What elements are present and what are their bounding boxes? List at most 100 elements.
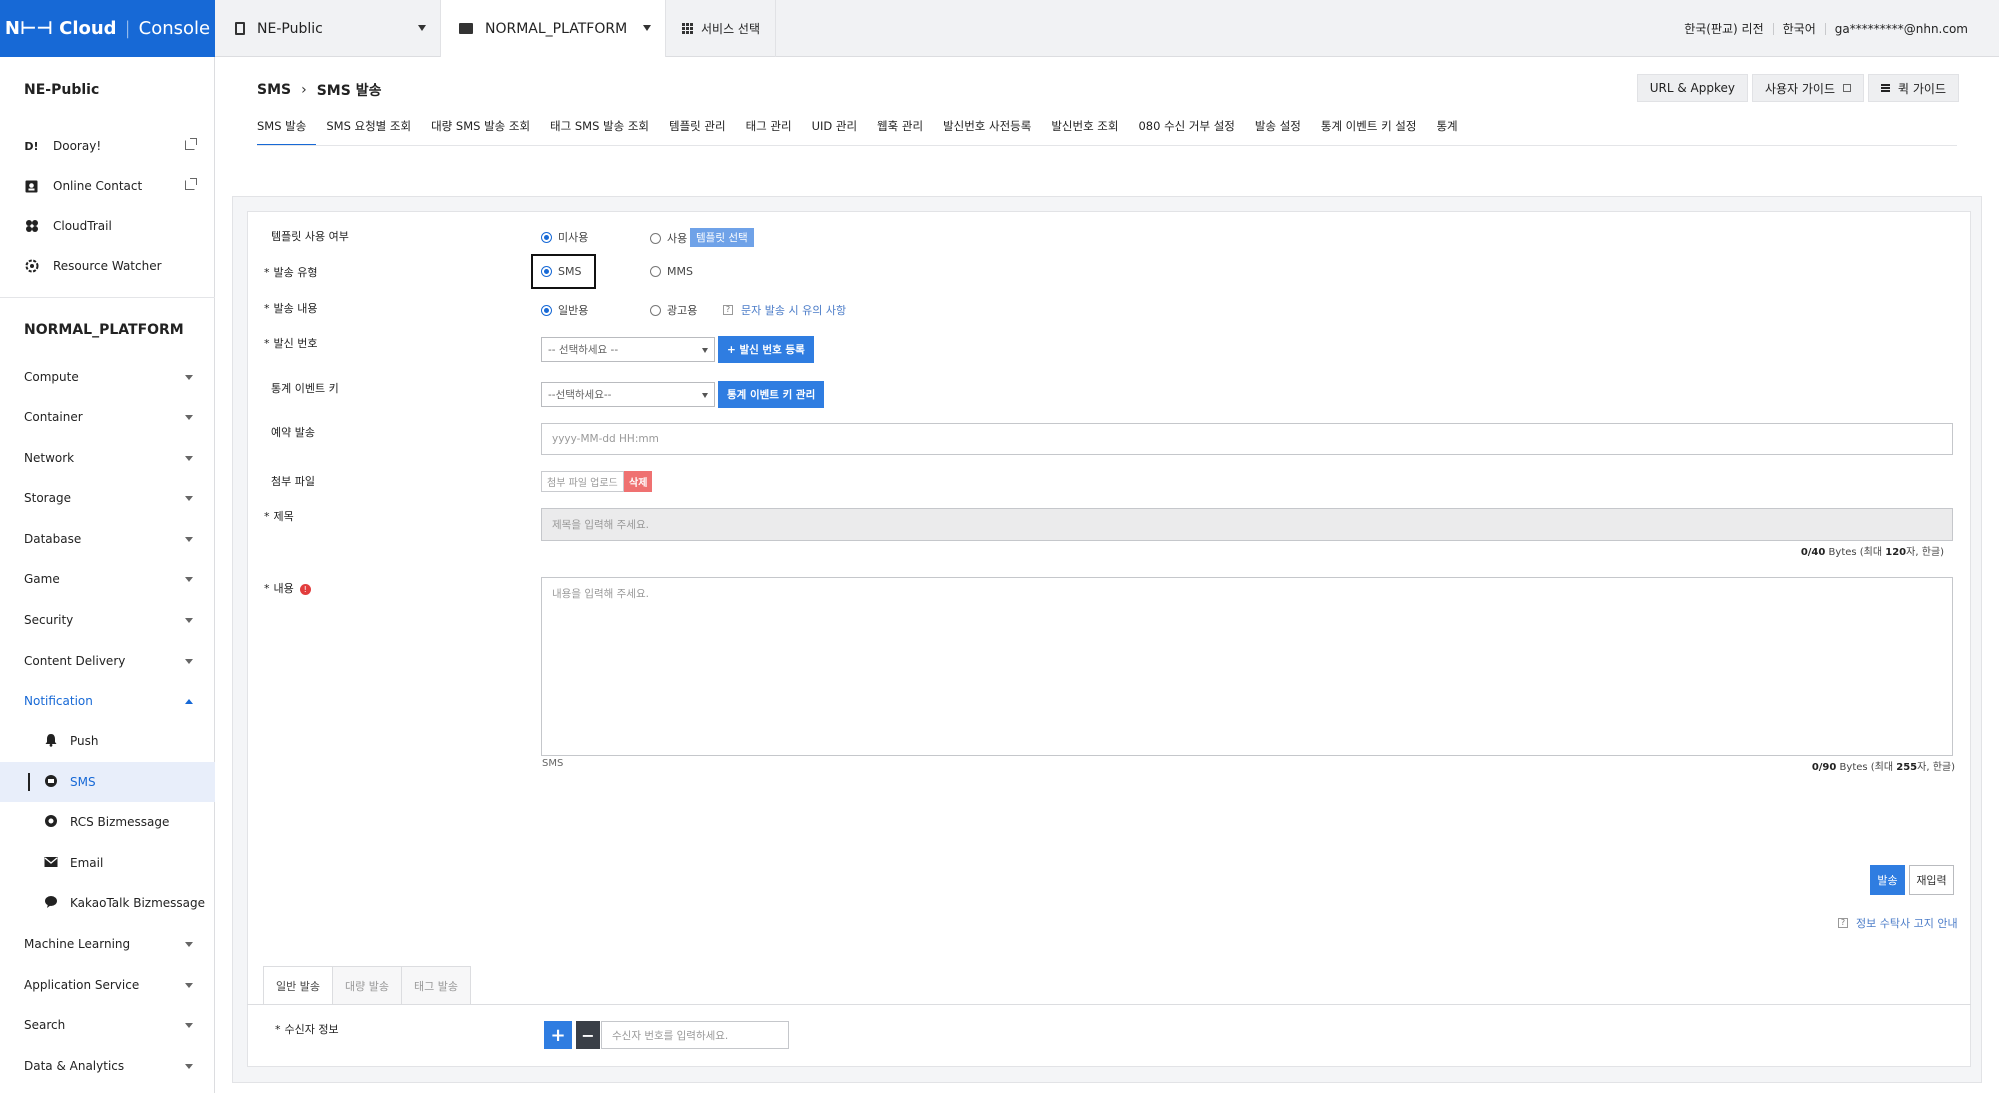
- top-bar: N⊢⊣ Cloud | Console NE-Public NORMAL_PLA…: [0, 0, 1999, 57]
- tab-stat-key-settings[interactable]: 통계 이벤트 키 설정: [1311, 116, 1427, 146]
- add-recipient-button[interactable]: +: [544, 1021, 572, 1049]
- tab-send-settings[interactable]: 발송 설정: [1245, 116, 1311, 146]
- send-type-mms-radio[interactable]: MMS: [650, 265, 693, 278]
- sender-register-button[interactable]: + 발신 번호 등록: [718, 336, 814, 363]
- attachment-upload-button[interactable]: 첨부 파일 업로드: [541, 471, 624, 492]
- quick-guide-button[interactable]: 퀵 가이드: [1868, 74, 1959, 102]
- external-link-icon: [185, 138, 197, 150]
- subtab-divider: [247, 1004, 1971, 1005]
- tab-sms-request-search[interactable]: SMS 요청별 조회: [316, 116, 421, 146]
- body-textarea[interactable]: 내용을 입력해 주세요.: [541, 577, 1953, 756]
- send-type-sms-radio[interactable]: SMS: [541, 265, 581, 278]
- tab-template-manage[interactable]: 템플릿 관리: [659, 116, 736, 146]
- chevron-down-icon: [185, 537, 193, 542]
- service-select-button[interactable]: 서비스 선택: [666, 0, 776, 57]
- sidebar-category-game[interactable]: Game: [0, 564, 215, 594]
- url-appkey-button[interactable]: URL & Appkey: [1636, 74, 1748, 102]
- sidebar-category-security[interactable]: Security: [0, 605, 215, 635]
- stat-event-key-manage-button[interactable]: 통계 이벤트 키 관리: [718, 381, 825, 408]
- reserve-datetime-input[interactable]: yyyy-MM-dd HH:mm: [541, 423, 1953, 455]
- send-type-label: * 발송 유형: [264, 266, 318, 279]
- sidebar-link-online-contact[interactable]: Online Contact: [0, 174, 215, 198]
- body-message-type: SMS: [542, 758, 564, 769]
- sidebar-category-container[interactable]: Container: [0, 402, 215, 432]
- tab-uid-manage[interactable]: UID 관리: [802, 116, 867, 146]
- content-type-ad-radio[interactable]: 광고용: [650, 302, 697, 318]
- tab-tag-sms-search[interactable]: 태그 SMS 발송 조회: [540, 116, 659, 146]
- tab-sms-send[interactable]: SMS 발송: [257, 116, 317, 146]
- remove-recipient-button[interactable]: −: [576, 1021, 600, 1049]
- sidebar-category-data-analytics[interactable]: Data & Analytics: [0, 1051, 215, 1081]
- sender-number-select[interactable]: -- 선택하세요 --: [541, 337, 715, 362]
- org-selector[interactable]: NE-Public: [215, 0, 441, 57]
- title-input[interactable]: 제목을 입력해 주세요.: [541, 508, 1953, 541]
- chevron-down-icon: [185, 1064, 193, 1069]
- template-used-radio[interactable]: 사용: [650, 230, 687, 246]
- sidebar-link-cloudtrail[interactable]: CloudTrail: [0, 214, 215, 238]
- menu-icon: [1881, 84, 1891, 92]
- recipient-info-label: * 수신자 정보: [275, 1023, 339, 1036]
- sidebar-category-storage[interactable]: Storage: [0, 483, 215, 513]
- tab-statistics[interactable]: 통계: [1426, 116, 1467, 146]
- tab-bulk-sms-search[interactable]: 대량 SMS 발송 조회: [421, 116, 540, 146]
- tab-normal-send[interactable]: 일반 발송: [263, 966, 333, 1005]
- stat-event-key-select[interactable]: --선택하세요--: [541, 382, 715, 407]
- language-selector[interactable]: 한국어: [1772, 22, 1825, 35]
- tab-webhook-manage[interactable]: 웹훅 관리: [867, 116, 933, 146]
- sidebar-category-network[interactable]: Network: [0, 443, 215, 473]
- sidebar-item-kakaotalk-bizmessage[interactable]: KakaoTalk Bizmessage: [0, 883, 215, 923]
- project-selector[interactable]: NORMAL_PLATFORM: [441, 0, 666, 57]
- user-account[interactable]: ga*********@nhn.com: [1824, 22, 1977, 35]
- attachment-delete-button[interactable]: 삭제: [624, 471, 653, 492]
- sidebar-category-database[interactable]: Database: [0, 524, 215, 554]
- chevron-down-icon: [418, 25, 426, 31]
- sidebar-link-label: CloudTrail: [53, 219, 112, 233]
- tab-080-reject[interactable]: 080 수신 거부 설정: [1128, 116, 1244, 146]
- sidebar-category-content-delivery[interactable]: Content Delivery: [0, 646, 215, 676]
- sender-number-label: * 발신 번호: [264, 337, 318, 350]
- sidebar-category-machine-learning[interactable]: Machine Learning: [0, 929, 215, 959]
- template-select-button[interactable]: 템플릿 선택: [690, 228, 754, 247]
- sidebar-item-sms[interactable]: SMS: [0, 762, 215, 802]
- breadcrumb-parent[interactable]: SMS: [257, 82, 291, 98]
- bell-icon: [44, 733, 58, 750]
- sidebar-item-push[interactable]: Push: [0, 721, 215, 761]
- tab-sender-preregister[interactable]: 발신번호 사전등록: [933, 116, 1041, 146]
- user-guide-button[interactable]: 사용자 가이드: [1751, 74, 1865, 102]
- cloudtrail-icon: [24, 219, 39, 234]
- sidebar-category-search[interactable]: Search: [0, 1010, 215, 1040]
- console-logo[interactable]: N⊢⊣ Cloud | Console: [0, 0, 215, 57]
- privacy-notice-link[interactable]: ? 정보 수탁사 고지 안내: [1838, 915, 1958, 931]
- tab-sender-search[interactable]: 발신번호 조회: [1041, 116, 1128, 146]
- recipient-number-input[interactable]: 수신자 번호를 입력하세요.: [601, 1021, 789, 1049]
- sidebar-item-email[interactable]: Email: [0, 843, 215, 883]
- send-button[interactable]: 발송: [1870, 865, 1905, 895]
- recipient-send-tabs: 일반 발송 대량 발송 태그 발송: [263, 966, 471, 1005]
- alert-icon: !: [299, 583, 311, 595]
- project-selector-label: NORMAL_PLATFORM: [485, 20, 628, 37]
- tab-tag-manage[interactable]: 태그 관리: [736, 116, 802, 146]
- region-selector[interactable]: 한국(판교) 리전: [1675, 23, 1772, 35]
- sidebar-link-label: Online Contact: [53, 179, 143, 193]
- tab-tag-send[interactable]: 태그 발송: [401, 966, 471, 1005]
- sms-notice-link[interactable]: ? 문자 발송 시 유의 사항: [723, 302, 846, 318]
- tab-bulk-send[interactable]: 대량 발송: [332, 966, 402, 1005]
- sidebar-item-rcs-bizmessage[interactable]: RCS Bizmessage: [0, 802, 215, 842]
- sidebar-project-title: NORMAL_PLATFORM: [24, 322, 184, 338]
- sidebar-category-notification[interactable]: Notification: [0, 686, 215, 716]
- template-unused-radio[interactable]: 미사용: [541, 229, 588, 245]
- chevron-down-icon: [185, 415, 193, 420]
- template-use-label: 템플릿 사용 여부: [271, 230, 349, 243]
- stat-event-key-label: 통계 이벤트 키: [271, 382, 339, 395]
- content-type-normal-radio[interactable]: 일반용: [541, 302, 588, 318]
- kakao-icon: [44, 895, 58, 912]
- sidebar-category-application-service[interactable]: Application Service: [0, 970, 215, 1000]
- sidebar-category-compute[interactable]: Compute: [0, 362, 215, 392]
- sidebar-link-dooray[interactable]: D! Dooray!: [0, 134, 215, 158]
- chevron-down-icon: [702, 393, 708, 398]
- sidebar-link-resource-watcher[interactable]: Resource Watcher: [0, 254, 215, 278]
- logo-brand: N⊢⊣ Cloud: [4, 18, 117, 39]
- reset-button[interactable]: 재입력: [1909, 865, 1954, 895]
- chevron-down-icon: [185, 375, 193, 380]
- content-type-label: * 발송 내용: [264, 302, 318, 315]
